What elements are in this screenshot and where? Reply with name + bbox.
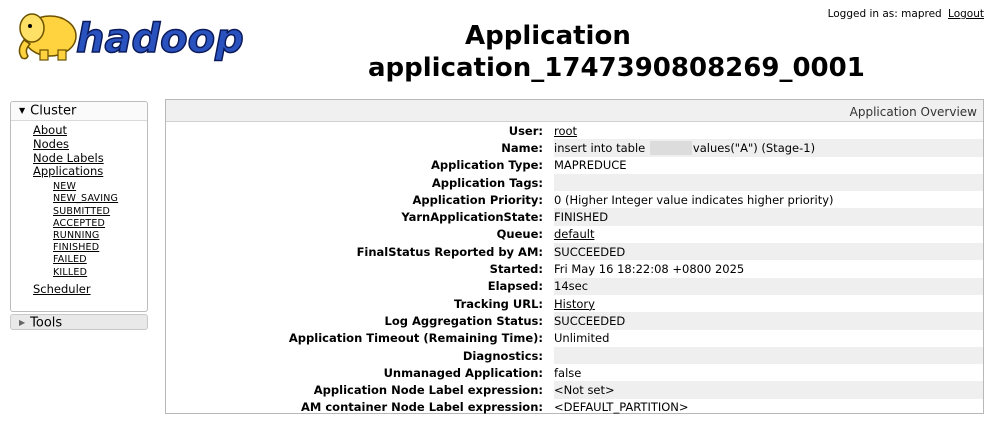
row-value: <DEFAULT_PARTITION> (554, 400, 689, 415)
nav-nodes[interactable]: Nodes (33, 137, 69, 151)
nav-state-killed[interactable]: KILLED (53, 267, 87, 278)
cluster-nav-list: About Nodes Node Labels Applications NEW… (11, 121, 147, 297)
row-value: insert into table values("A") (Stage-1) (554, 139, 983, 157)
table-row-timeout: Application Timeout (Remaining Time): Un… (166, 330, 983, 347)
nav-applications[interactable]: Applications (33, 164, 103, 178)
login-info: Logged in as: mapred Logout (828, 8, 984, 20)
table-row-app-node-label: Application Node Label expression: <Not … (166, 381, 983, 399)
table-row-unmanaged: Unmanaged Application: false (166, 364, 983, 381)
logo-wordmark: hadoop (76, 16, 244, 62)
nav-state-failed[interactable]: FAILED (53, 254, 87, 265)
app-state-list: NEW NEW_SAVING SUBMITTED ACCEPTED RUNNIN… (33, 181, 147, 279)
table-row-priority: Application Priority: 0 (Higher Integer … (166, 191, 983, 208)
page-title-line1: Application (465, 21, 631, 51)
table-row-name: Name: insert into table values("A") (Sta… (166, 139, 983, 157)
row-label: Queue: (496, 227, 543, 242)
row-label: YarnApplicationState: (401, 210, 543, 225)
table-row-elapsed: Elapsed: 14sec (166, 277, 983, 295)
nav-about[interactable]: About (33, 123, 67, 137)
cluster-header[interactable]: ▼ Cluster (11, 102, 147, 121)
table-row-diagnostics: Diagnostics: (166, 346, 983, 365)
triangle-down-icon: ▼ (19, 106, 26, 115)
row-value: false (554, 365, 582, 380)
row-label: Tracking URL: (454, 296, 543, 311)
nav-scheduler[interactable]: Scheduler (33, 282, 91, 296)
table-row-user: User: root (166, 122, 983, 139)
row-label: Application Tags: (431, 175, 543, 190)
row-value: 0 (Higher Integer value indicates higher… (554, 192, 834, 207)
row-label: Application Type: (431, 158, 543, 173)
row-label: Application Timeout (Remaining Time): (288, 331, 543, 346)
row-label: Log Aggregation Status: (384, 313, 544, 328)
row-label: Unmanaged Application: (383, 365, 543, 380)
nav-node-labels[interactable]: Node Labels (33, 151, 104, 165)
table-row-type: Application Type: MAPREDUCE (166, 157, 983, 174)
table-row-final-status: FinalStatus Reported by AM: SUCCEEDED (166, 243, 983, 261)
queue-link[interactable]: default (554, 227, 594, 241)
row-label: Application Priority: (412, 192, 543, 207)
hadoop-elephant-icon: hadoop (18, 13, 244, 63)
row-value: Fri May 16 18:22:08 +0800 2025 (554, 262, 745, 277)
tools-label: Tools (30, 315, 63, 331)
table-row-tracking-url: Tracking URL: History (166, 295, 983, 312)
row-label: Elapsed: (487, 279, 543, 294)
logged-in-label: Logged in as: mapred (827, 8, 942, 20)
row-value: FINISHED (554, 208, 983, 226)
page-title: Application application_1747390808269_00… (300, 20, 990, 84)
nav-state-running[interactable]: RUNNING (53, 230, 99, 241)
application-overview-panel: Application Overview User: root Name: in… (165, 99, 984, 414)
redacted-block (649, 141, 692, 156)
row-value (554, 173, 983, 192)
row-value: SUCCEEDED (554, 312, 983, 330)
page-title-app-id: application_1747390808269_0001 (368, 53, 865, 83)
row-value: Unlimited (554, 331, 610, 346)
table-row-queue: Queue: default (166, 226, 983, 243)
row-value (554, 346, 983, 365)
row-label: FinalStatus Reported by AM: (356, 244, 543, 259)
row-value: <Not set> (554, 381, 983, 399)
name-prefix: insert into table (554, 140, 649, 155)
tracking-url-link[interactable]: History (554, 297, 595, 311)
row-value: SUCCEEDED (554, 243, 983, 261)
user-link[interactable]: root (554, 124, 577, 138)
row-label: AM container Node Label expression: (301, 400, 543, 415)
cluster-label: Cluster (30, 103, 77, 119)
table-row-started: Started: Fri May 16 18:22:08 +0800 2025 (166, 260, 983, 277)
nav-state-new-saving[interactable]: NEW_SAVING (53, 193, 118, 204)
name-suffix: values("A") (Stage-1) (692, 140, 816, 155)
nav-state-finished[interactable]: FINISHED (53, 242, 99, 253)
nav-state-submitted[interactable]: SUBMITTED (53, 206, 110, 217)
row-label: User: (508, 123, 543, 138)
table-row-log-aggregation: Log Aggregation Status: SUCCEEDED (166, 312, 983, 330)
sidebar-tools[interactable]: ▶ Tools (10, 314, 148, 331)
row-label: Application Node Label expression: (313, 383, 543, 398)
row-value: 14sec (554, 277, 983, 295)
row-value: MAPREDUCE (554, 158, 627, 173)
triangle-right-icon: ▶ (19, 318, 26, 327)
row-label: Name: (501, 140, 543, 155)
table-row-tags: Application Tags: (166, 173, 983, 192)
overview-header: Application Overview (166, 100, 983, 122)
hadoop-logo[interactable]: hadoop (10, 6, 250, 64)
sidebar-cluster: ▼ Cluster About Nodes Node Labels Applica… (10, 101, 148, 312)
nav-state-new[interactable]: NEW (53, 181, 76, 192)
logout-link[interactable]: Logout (948, 8, 984, 20)
row-label: Diagnostics: (462, 348, 543, 363)
nav-state-accepted[interactable]: ACCEPTED (53, 218, 105, 229)
table-row-am-node-label: AM container Node Label expression: <DEF… (166, 399, 983, 416)
row-label: Started: (489, 262, 543, 277)
table-row-state: YarnApplicationState: FINISHED (166, 208, 983, 226)
overview-table: User: root Name: insert into table value… (166, 122, 983, 416)
